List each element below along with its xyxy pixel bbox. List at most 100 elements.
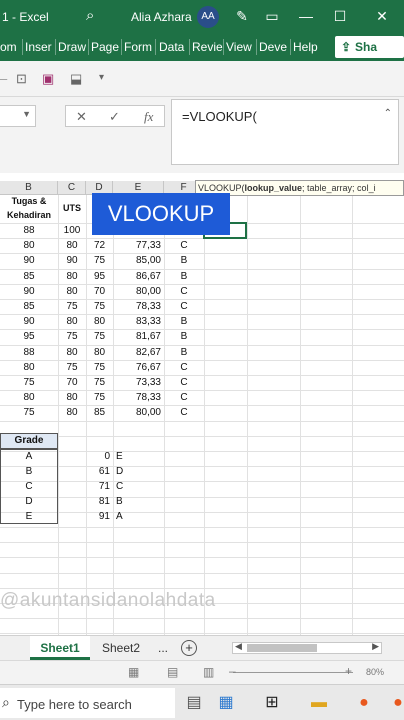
cell-c[interactable]: 80 [58,390,86,405]
collapse-formula-bar-icon[interactable]: ⌃ [384,108,392,119]
cell-d[interactable]: 70 [86,284,113,299]
cell-c[interactable]: 100 [58,223,86,238]
cell-d[interactable]: 75 [86,375,113,390]
cell-f[interactable]: B [164,345,204,360]
lookup-grade[interactable]: C [113,479,143,494]
formula-input[interactable]: =VLOOKUP( ⌃ [171,99,399,165]
cell-e[interactable]: 83,33 [113,314,164,329]
cell-e[interactable]: 78,33 [113,299,164,314]
tab-draw[interactable]: Draw [58,40,86,54]
cell-b[interactable]: 80 [0,238,58,253]
zoom-out-icon[interactable]: – [229,664,236,678]
lookup-min[interactable]: 61 [86,464,113,479]
cell-d[interactable]: 95 [86,269,113,284]
cell-d[interactable]: 85 [86,405,113,420]
cell-c[interactable]: 80 [58,405,86,420]
scroll-left-icon[interactable]: ◀ [235,641,242,652]
taskview-icon[interactable]: ⊞ [258,689,286,717]
bag-icon[interactable]: ▤ [180,689,208,717]
cell-b[interactable]: 95 [0,329,58,344]
chevron-down-icon[interactable]: ▼ [22,109,31,119]
cell-d[interactable]: 80 [86,345,113,360]
scroll-thumb[interactable] [247,644,317,652]
pen-icon[interactable]: ✎ [232,6,252,26]
insert-function-icon[interactable]: fx [144,109,153,125]
cell-c[interactable]: 80 [58,238,86,253]
cell-d[interactable]: 75 [86,253,113,268]
name-box[interactable]: ▼ [0,105,36,127]
cell-e[interactable]: 76,67 [113,360,164,375]
zoom-level[interactable]: 80% [366,667,384,677]
enter-icon[interactable]: ✓ [109,109,120,125]
cell-b[interactable]: 75 [0,375,58,390]
more-sheets-button[interactable]: ... [153,636,173,660]
close-icon[interactable]: ✕ [372,6,392,26]
header-kehadiran[interactable]: Kehadiran [0,208,58,223]
cell-b[interactable]: 85 [0,299,58,314]
restore-icon[interactable]: ▭ [262,6,282,26]
tab-data[interactable]: Data [159,40,184,54]
cell-f[interactable]: C [164,238,204,253]
cell-d[interactable]: 75 [86,360,113,375]
grade-cell[interactable]: C [0,479,58,494]
cell-f[interactable]: C [164,284,204,299]
cell-c[interactable]: 80 [58,284,86,299]
cell-e[interactable]: 78,33 [113,390,164,405]
add-sheet-button[interactable]: + [181,640,197,656]
cell-f[interactable]: C [164,375,204,390]
grade-cell[interactable]: E [0,509,58,524]
save-icon[interactable]: ▣ [42,71,54,87]
page-layout-view-icon[interactable]: ▤ [167,665,178,679]
cell-f[interactable]: C [164,360,204,375]
cell-e[interactable]: 80,00 [113,284,164,299]
cell-c[interactable]: 80 [58,314,86,329]
cell-e[interactable]: 73,33 [113,375,164,390]
cell-c[interactable]: 75 [58,329,86,344]
lookup-min[interactable]: 91 [86,509,113,524]
tab-home[interactable]: om [0,40,17,54]
tab-developer[interactable]: Deve [259,40,287,54]
grade-cell[interactable]: D [0,494,58,509]
lookup-min[interactable]: 81 [86,494,113,509]
cell-b[interactable]: 88 [0,345,58,360]
cell-c[interactable]: 90 [58,253,86,268]
cell-d[interactable]: 75 [86,390,113,405]
cell-e[interactable]: 86,67 [113,269,164,284]
firefox-icon[interactable]: ● [350,689,378,717]
lookup-grade[interactable]: B [113,494,143,509]
cell-f[interactable]: C [164,405,204,420]
lookup-min[interactable]: 0 [86,449,113,464]
taskbar-search[interactable]: ⌕ Type here to search [0,688,175,718]
zoom-slider[interactable] [233,672,353,673]
cell-e[interactable]: 81,67 [113,329,164,344]
cell-e[interactable]: 80,00 [113,405,164,420]
cell-f[interactable]: B [164,314,204,329]
cell-c[interactable]: 80 [58,345,86,360]
normal-view-icon[interactable]: ▦ [128,665,139,679]
cell-e[interactable]: 77,33 [113,238,164,253]
maximize-icon[interactable]: ☐ [330,6,350,26]
sheet-tab-sheet2[interactable]: Sheet2 [93,636,149,660]
cell-b[interactable]: 75 [0,405,58,420]
cell-c[interactable]: 75 [58,299,86,314]
avatar[interactable]: AA [197,6,219,28]
header-uts[interactable]: UTS [58,201,86,216]
minimize-icon[interactable]: — [296,6,316,26]
format-painter-icon[interactable]: ⊡ [16,71,27,87]
tab-review[interactable]: Revie [192,40,223,54]
tab-help[interactable]: Help [293,40,318,54]
cell-f[interactable]: B [164,253,204,268]
cell-c[interactable]: 75 [58,360,86,375]
cell-b[interactable]: 90 [0,314,58,329]
cell-f[interactable]: C [164,390,204,405]
lookup-grade[interactable]: A [113,509,143,524]
lookup-grade[interactable]: D [113,464,143,479]
share-button[interactable]: ⇪ Sha [335,36,404,58]
lookup-min[interactable]: 71 [86,479,113,494]
cell-f[interactable]: B [164,329,204,344]
cell-b[interactable]: 90 [0,253,58,268]
scroll-right-icon[interactable]: ▶ [372,641,379,652]
column-header-c[interactable]: C [58,181,86,195]
taskbar-search-placeholder[interactable]: Type here to search [17,697,132,712]
tab-page-layout[interactable]: Page [91,40,119,54]
